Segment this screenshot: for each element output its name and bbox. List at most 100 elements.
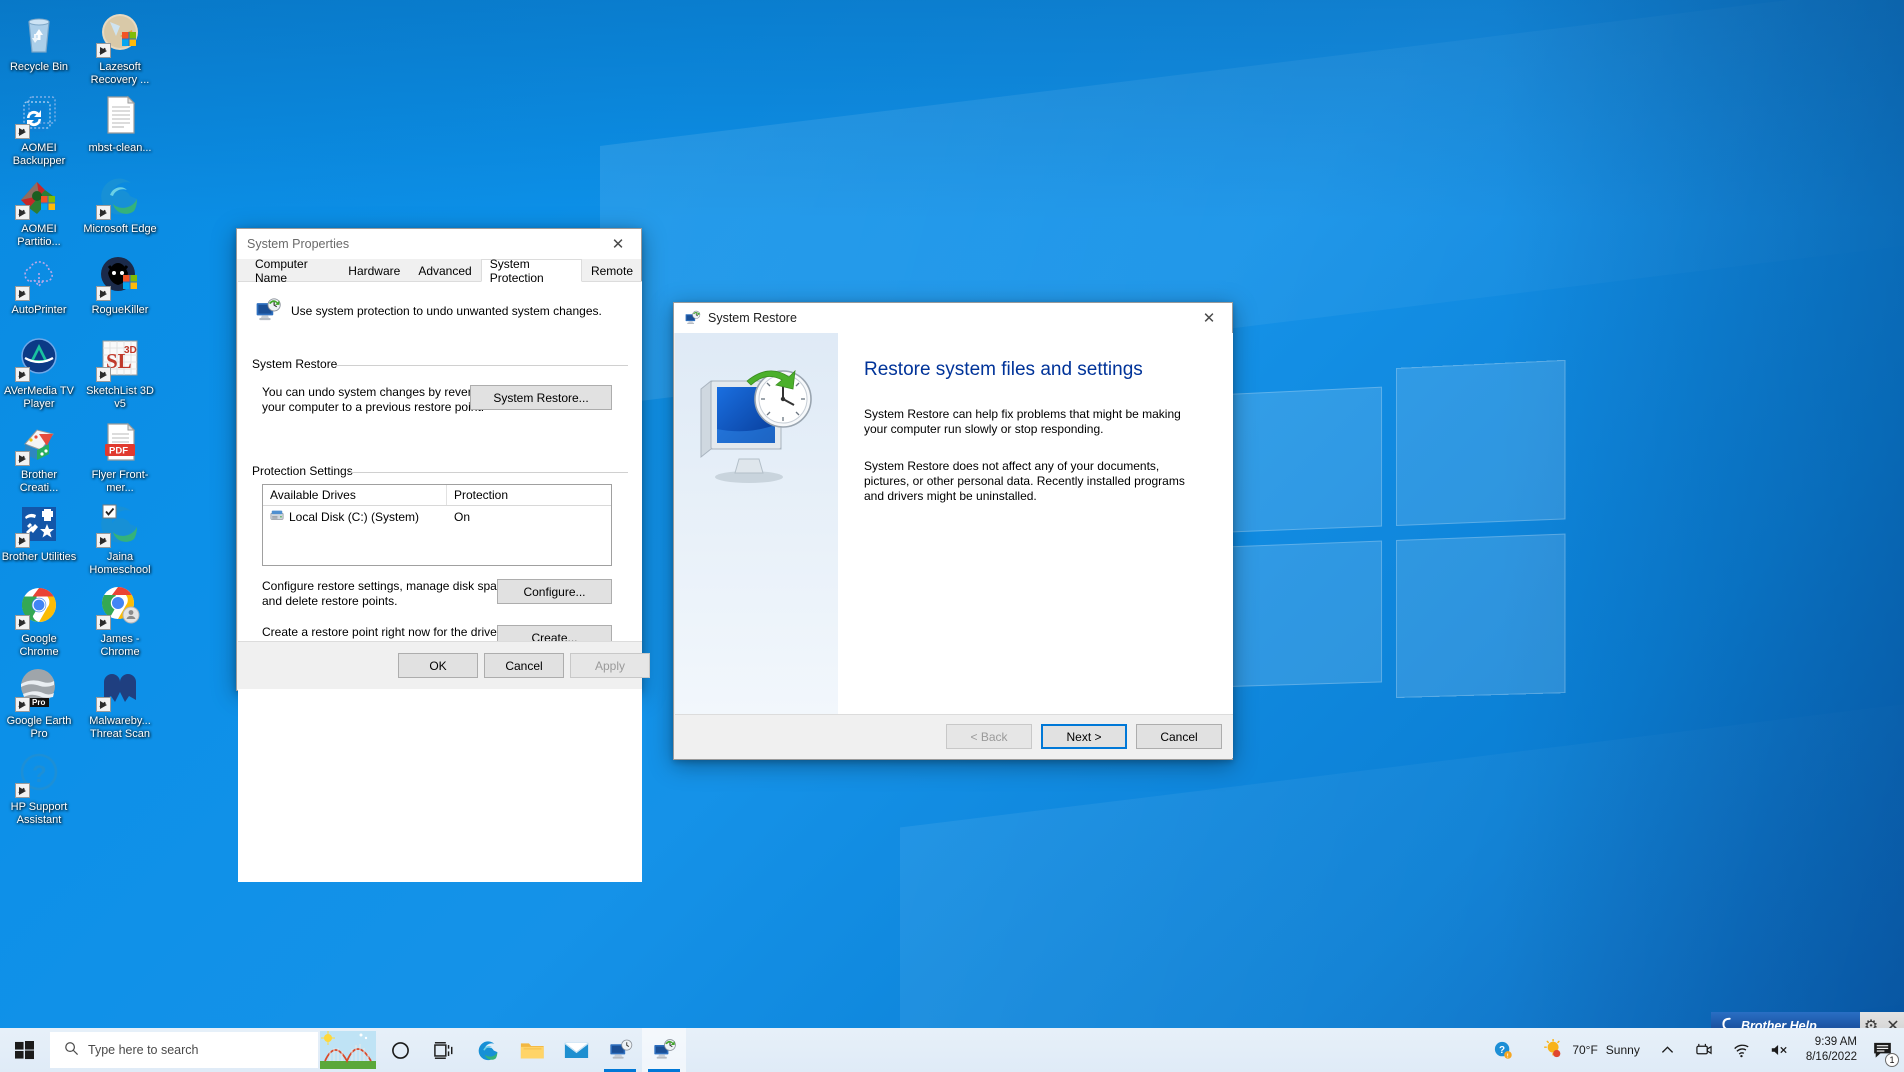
desktop[interactable]: Recycle Bin Lazesoft Recovery ... AOMEI … [0, 0, 1904, 1072]
tab-system-protection[interactable]: System Protection [480, 257, 582, 285]
hp-support-assistant-icon: ? [15, 750, 63, 798]
desktop-icon-flyer-pdf[interactable]: PDF Flyer Front-mer... [82, 418, 158, 495]
desktop-icon-autoprinter[interactable]: AutoPrinter [1, 253, 77, 317]
file-explorer-icon [520, 1042, 544, 1059]
column-available-drives[interactable]: Available Drives [263, 485, 447, 505]
system-restore-content: Restore system files and settings System… [838, 333, 1233, 715]
desktop-icon-brother-utilities[interactable]: Brother Utilities [1, 500, 77, 564]
system-properties-title: System Properties [247, 237, 350, 251]
system-restore-group-caption: System Restore [252, 357, 338, 371]
desktop-icon-label: Brother Utilities [1, 551, 77, 563]
pdf-document-icon: PDF [96, 418, 144, 466]
desktop-icon-james-chrome[interactable]: James - Chrome [82, 582, 158, 659]
create-description-line1: Create a restore point right now for the… [262, 625, 527, 639]
desktop-icon-recycle-bin[interactable]: Recycle Bin [1, 10, 77, 74]
tab-computer-name[interactable]: Computer Name [246, 257, 339, 285]
tab-advanced[interactable]: Advanced [409, 260, 480, 281]
system-restore-dialog[interactable]: System Restore ✕ Restore system files an… [673, 302, 1233, 760]
system-properties-titlebar[interactable]: System Properties ✕ [237, 229, 641, 259]
action-center-button[interactable]: 1 [1869, 1028, 1904, 1072]
system-properties-dialog[interactable]: System Properties ✕ Computer Name Hardwa… [236, 228, 650, 882]
taskbar[interactable]: Type here to search ? ! 70°F Sunny 9:39 … [0, 1028, 1904, 1072]
system-protection-intro-text: Use system protection to undo unwanted s… [291, 304, 602, 318]
desktop-icon-aomei-backupper[interactable]: AOMEI Backupper [1, 91, 77, 168]
table-row[interactable]: Local Disk (C:) (System) On [263, 506, 611, 527]
desktop-icon-label: Jaina Homeschool [89, 551, 151, 576]
tray-volume[interactable] [1760, 1028, 1798, 1072]
desktop-icon-label: Google Earth Pro [6, 715, 72, 740]
start-button[interactable] [0, 1028, 48, 1072]
close-icon[interactable]: ✕ [1186, 303, 1232, 333]
desktop-icon-avermedia-tv-player[interactable]: AVerMedia TV Player [1, 334, 77, 411]
chrome-profile-icon [96, 582, 144, 630]
chevron-up-icon [1661, 1045, 1673, 1053]
taskbar-microsoft-edge-button[interactable] [466, 1028, 510, 1072]
taskbar-mail-button[interactable] [554, 1028, 598, 1072]
system-restore-description-line2: your computer to a previous restore poin… [262, 400, 485, 414]
search-input[interactable]: Type here to search [50, 1032, 318, 1068]
tab-remote[interactable]: Remote [582, 260, 642, 281]
desktop-icon-hp-support-assistant[interactable]: ? HP Support Assistant [1, 750, 77, 827]
tray-help-badge[interactable]: ? ! [1476, 1028, 1530, 1072]
desktop-icon-label: RogueKiller [91, 304, 149, 316]
desktop-icon-jaina-homeschool[interactable]: Jaina Homeschool [82, 500, 158, 577]
column-protection[interactable]: Protection [447, 485, 611, 505]
desktop-icon-google-earth-pro[interactable]: Pro Google Earth Pro [1, 664, 77, 741]
tray-camera-privacy[interactable] [1685, 1028, 1722, 1072]
shortcut-overlay-icon [96, 615, 111, 630]
cortana-circle-icon [391, 1041, 409, 1059]
desktop-icon-aomei-partition[interactable]: AOMEI Partitio... [1, 172, 77, 249]
system-restore-button[interactable]: System Restore... [470, 385, 612, 410]
ok-button[interactable]: OK [398, 653, 478, 678]
close-icon[interactable]: ✕ [595, 229, 641, 259]
tray-weather[interactable]: 70°F Sunny [1530, 1028, 1650, 1072]
shortcut-overlay-icon [15, 533, 30, 548]
shortcut-overlay-icon [96, 697, 111, 712]
shortcut-overlay-icon [15, 697, 30, 712]
brother-creative-icon [15, 418, 63, 466]
sketchlist-3d-icon: SL 3D [96, 334, 144, 382]
desktop-icon-label: Recycle Bin [9, 61, 69, 73]
desktop-icon-roguekiller[interactable]: RogueKiller [82, 253, 158, 317]
clock-time: 9:39 AM [1814, 1036, 1857, 1048]
drive-protection-status: On [454, 509, 471, 524]
desktop-icon-mbst-clean[interactable]: mbst-clean... [82, 91, 158, 155]
configure-description-line1: Configure restore settings, manage disk … [262, 579, 513, 593]
system-properties-body: Use system protection to undo unwanted s… [238, 282, 642, 882]
configure-button[interactable]: Configure... [497, 579, 612, 604]
available-drives-listview[interactable]: Available Drives Protection Local Disk (… [262, 484, 612, 566]
system-restore-banner [675, 333, 838, 715]
desktop-icon-malwarebytes-threat-scan[interactable]: Malwareby... Threat Scan [82, 664, 158, 741]
taskbar-cortana-button[interactable] [378, 1028, 422, 1072]
taskbar-clock[interactable]: 9:39 AM 8/16/2022 [1798, 1028, 1869, 1072]
desktop-icon-google-chrome[interactable]: Google Chrome [1, 582, 77, 659]
svg-text:?: ? [32, 761, 47, 788]
taskbar-system-restore-button[interactable] [642, 1028, 686, 1072]
taskbar-file-explorer-button[interactable] [510, 1028, 554, 1072]
system-tray[interactable]: ? ! 70°F Sunny 9:39 AM 8/16/2022 1 [1476, 1028, 1904, 1072]
google-chrome-icon [15, 582, 63, 630]
wallpaper-shade-top [0, 0, 1904, 220]
shortcut-overlay-icon [15, 286, 30, 301]
taskbar-task-view-button[interactable] [422, 1028, 466, 1072]
desktop-icon-label: Lazesoft Recovery ... [90, 61, 150, 86]
tab-hardware[interactable]: Hardware [339, 260, 409, 281]
desktop-icon-lazesoft-recovery[interactable]: Lazesoft Recovery ... [82, 10, 158, 87]
desktop-icon-label: James - Chrome [100, 633, 140, 658]
system-restore-titlebar[interactable]: System Restore ✕ [674, 303, 1232, 333]
system-properties-tabstrip[interactable]: Computer Name Hardware Advanced System P… [238, 257, 642, 285]
next-button[interactable]: Next > [1041, 724, 1127, 749]
desktop-icon-sketchlist-3d[interactable]: SL 3D SketchList 3D v5 [82, 334, 158, 411]
system-restore-paragraph-2: System Restore does not affect any of yo… [864, 459, 1185, 503]
desktop-icon-label: Brother Creati... [19, 469, 59, 494]
svg-text:Pro: Pro [32, 698, 45, 707]
cancel-button[interactable]: Cancel [484, 653, 564, 678]
taskbar-system-properties-button[interactable] [598, 1028, 642, 1072]
tray-wifi[interactable] [1722, 1028, 1760, 1072]
system-restore-body: Restore system files and settings System… [675, 333, 1233, 715]
taskbar-rollercoaster-thumbnail[interactable] [318, 1028, 378, 1072]
cancel-button[interactable]: Cancel [1136, 724, 1222, 749]
desktop-icon-microsoft-edge[interactable]: Microsoft Edge [82, 172, 158, 236]
desktop-icon-brother-creative[interactable]: Brother Creati... [1, 418, 77, 495]
tray-overflow-button[interactable] [1650, 1028, 1685, 1072]
